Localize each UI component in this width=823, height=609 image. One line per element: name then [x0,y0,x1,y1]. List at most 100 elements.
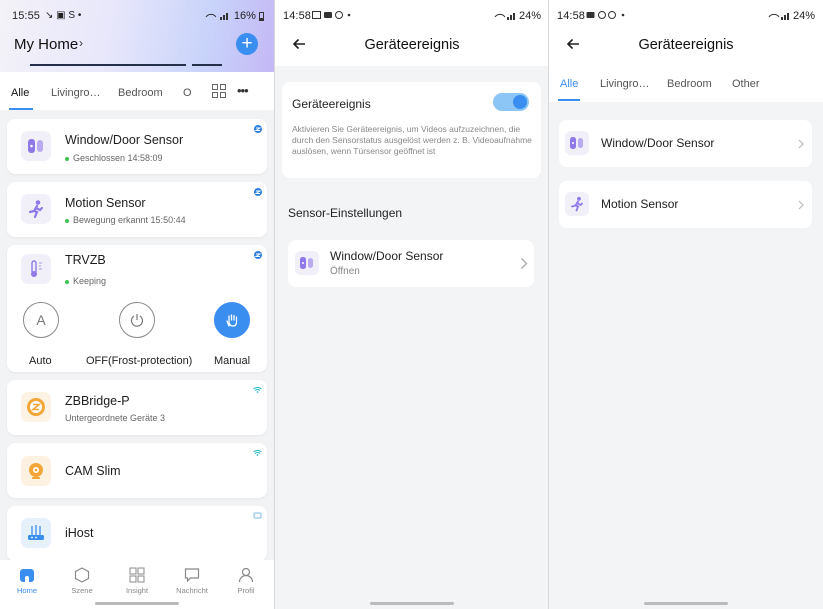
device-event-toggle-card: Geräteereignis Aktivieren Sie Geräteerei… [282,82,541,178]
device-name: Motion Sensor [65,196,146,210]
home-icon [20,569,34,582]
sensor-name: Window/Door Sensor [330,249,444,263]
device-name: TRVZB [65,253,106,267]
zigbee-badge-icon [254,188,262,196]
door-sensor-icon [295,251,319,275]
mode-off-button[interactable] [119,302,155,338]
header-divider [30,64,186,66]
tab-alle[interactable]: Alle [560,78,578,90]
tab-indicator [558,99,580,101]
mode-auto-label: Auto [29,355,52,367]
nav-insight-label: Insight [125,586,149,595]
battery-level: 24% [792,10,815,22]
status-right: 24% [768,10,815,22]
device-card-window-door[interactable]: Window/Door Sensor Geschlossen 14:58:09 [7,119,267,174]
nav-insight[interactable]: Insight [117,566,157,595]
device-card-trvzb[interactable]: TRVZB Keeping A Auto OFF(Frost-protectio… [7,245,267,372]
camera-icon [21,456,51,486]
status-right: 24% [494,10,541,22]
profile-icon [238,567,254,583]
scene-icon [74,567,90,583]
status-time: 14:58 [283,10,312,22]
status-notification-icons [586,9,626,21]
nav-profil[interactable]: Profil [226,566,266,595]
event-device-row[interactable]: Window/Door Sensor [559,120,812,167]
signal-icon [494,13,515,21]
tab-other[interactable]: Other [732,78,760,90]
door-sensor-icon [21,131,51,161]
gesture-handle[interactable] [95,602,179,605]
chevron-right-icon [798,200,804,210]
device-card-motion[interactable]: Motion Sensor Bewegung erkannt 15:50:44 [7,182,267,237]
more-icon[interactable]: ••• [237,83,249,98]
power-icon [130,314,144,327]
device-name: Motion Sensor [601,197,679,211]
page-title: Geräteereignis [364,37,460,53]
tab-alle[interactable]: Alle [11,87,29,99]
top-app-bar: Geräteereignis [549,26,823,66]
signal-icon [205,13,228,21]
gesture-handle[interactable] [644,602,728,605]
grid-view-icon[interactable] [212,84,226,103]
zigbee-badge-icon [254,125,262,133]
mode-auto-button[interactable]: A [23,302,59,338]
wifi-icon [253,387,262,393]
device-event-settings-screen: 14:58 24% Geräteereignis Geräteereignis … [275,0,549,609]
status-notification-icons [312,9,352,21]
status-extras: ↘ ▣ S • [45,10,82,21]
screenshot-collage: 15:55 ↘ ▣ S • 16% My Home › + Alle Livin… [0,0,823,609]
header-divider [192,64,222,66]
tab-bedroom[interactable]: Bedroom [118,87,163,99]
toggle-label: Geräteereignis [292,97,371,111]
auto-glyph: A [36,312,46,328]
device-name: iHost [65,526,94,540]
battery-level: 16% [233,10,256,22]
bottom-navigation: Home Szene Insight Nachricht Profil [0,560,274,609]
chevron-right-icon [521,258,528,269]
device-name: Window/Door Sensor [601,136,715,150]
wifi-icon [253,450,262,456]
nav-szene[interactable]: Szene [62,566,102,595]
status-bar: 15:55 ↘ ▣ S • 16% [0,0,274,30]
event-device-row[interactable]: Motion Sensor [559,181,812,228]
nav-nachricht[interactable]: Nachricht [172,566,212,595]
nav-home-label: Home [16,586,37,595]
ethernet-icon [253,512,262,519]
chevron-right-icon [798,139,804,149]
tab-indicator [9,108,33,110]
device-event-toggle[interactable] [493,93,529,111]
hand-icon [226,314,238,327]
nav-profil-label: Profil [237,586,255,595]
nav-home[interactable]: Home [7,566,47,595]
device-status-text: Geschlossen 14:58:09 [73,153,163,163]
device-card-ihost[interactable]: iHost [7,506,267,561]
chevron-right-icon[interactable]: › [79,36,83,50]
tab-bedroom[interactable]: Bedroom [667,78,712,90]
door-sensor-icon [565,131,589,155]
motion-sensor-icon [21,194,51,224]
page-title: Geräteereignis [638,37,734,53]
tab-livingroom[interactable]: Livingro… [51,87,101,99]
device-status: Keeping [65,276,106,286]
sensor-state: Öffnen [330,266,360,277]
tab-livingroom[interactable]: Livingro… [600,78,650,90]
device-card-cam-slim[interactable]: CAM Slim [7,443,267,498]
status-time: 14:58 [557,10,586,22]
room-tabs: Alle Livingro… Bedroom Other [549,66,823,102]
add-device-button[interactable]: + [236,33,258,55]
gesture-handle[interactable] [370,602,454,605]
device-status-text: Keeping [73,276,107,286]
mode-manual-label: Manual [214,355,251,367]
home-title[interactable]: My Home [14,36,78,53]
status-time: 15:55 [12,10,41,22]
status-right: 16% [205,10,264,22]
hub-icon [21,518,51,548]
toggle-knob [513,95,527,109]
mode-manual-button[interactable] [214,302,250,338]
sensor-row[interactable]: Window/Door Sensor Öffnen [288,240,534,287]
tab-other[interactable]: O [183,87,192,99]
online-dot [65,279,69,284]
device-status-text: Bewegung erkannt 15:50:44 [73,215,186,225]
toggle-description: Aktivieren Sie Geräteereignis, um Videos… [292,124,532,156]
device-card-zbbridge[interactable]: ZBBridge-P Untergeordnete Geräte 3 [7,380,267,435]
